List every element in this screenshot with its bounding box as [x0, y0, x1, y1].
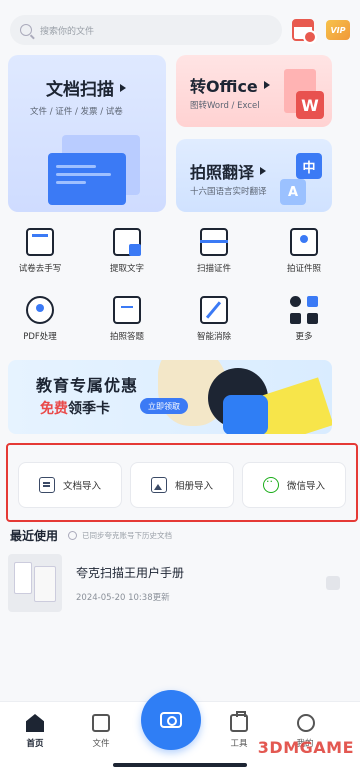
- search-placeholder: 搜索你的文件: [40, 26, 95, 37]
- import-label: 微信导入: [286, 481, 325, 492]
- word-icon: W: [284, 69, 324, 119]
- nav-files[interactable]: 文件: [76, 714, 126, 749]
- magic-erase-icon: [200, 296, 228, 324]
- tool-id-photo[interactable]: 拍证件照: [264, 228, 344, 274]
- camera-button[interactable]: [141, 690, 201, 750]
- promo-banner[interactable]: 教育专属优惠 免费领季卡 立即领取: [8, 360, 332, 434]
- claim-button[interactable]: 立即领取: [140, 398, 188, 414]
- nav-home[interactable]: 首页: [10, 714, 60, 749]
- tool-label: 提取文字: [109, 264, 144, 274]
- import-section: 文档导入 相册导入 微信导入: [6, 443, 358, 522]
- home-indicator: [113, 763, 247, 767]
- tool-label: 扫描证件: [196, 264, 231, 274]
- pdf-icon: [26, 296, 54, 324]
- home-icon: [26, 714, 44, 732]
- search-bar[interactable]: 搜索你的文件: [10, 15, 282, 45]
- tool-pdf[interactable]: PDF处理: [0, 296, 80, 342]
- tool-label: 拍证件照: [286, 264, 321, 274]
- sync-icon: [68, 531, 77, 540]
- vip-icon[interactable]: VIP: [326, 20, 350, 40]
- arrow-right-icon: [263, 81, 270, 89]
- document-date: 2024-05-20 10:38更新: [76, 592, 170, 603]
- word-badge: W: [296, 91, 324, 119]
- calendar-icon[interactable]: [292, 19, 317, 44]
- scan-illustration: [48, 135, 143, 205]
- document-import-button[interactable]: 文档导入: [18, 462, 122, 508]
- tool-exam[interactable]: 试卷去手写: [0, 228, 80, 274]
- tool-label: 拍照答题: [109, 332, 144, 342]
- scan-card-title: 文档扫描: [46, 75, 126, 100]
- tool-label: 更多: [295, 332, 313, 342]
- document-meta: 夸克扫描王用户手册 2024-05-20 10:38更新: [76, 564, 326, 603]
- tool-more[interactable]: 更多: [264, 296, 344, 342]
- tool-answer[interactable]: 拍照答题: [87, 296, 167, 342]
- recent-title: 最近使用: [10, 529, 59, 543]
- nav-home-label: 首页: [26, 739, 44, 749]
- answer-icon: [113, 296, 141, 324]
- import-label: 相册导入: [174, 481, 213, 492]
- album-import-button[interactable]: 相册导入: [130, 462, 234, 508]
- top-bar: 搜索你的文件 VIP: [10, 14, 350, 46]
- list-item[interactable]: 夸克扫描王用户手册 2024-05-20 10:38更新: [8, 553, 348, 613]
- wechat-icon: [262, 475, 279, 493]
- watermark-logo: 3DMGAME: [257, 738, 354, 757]
- office-title-text: 转Office: [190, 77, 258, 96]
- scan-title-text: 文档扫描: [46, 80, 114, 100]
- import-label: 文档导入: [62, 481, 101, 492]
- banner-subtitle: 免费领季卡: [40, 398, 110, 418]
- arrow-right-icon: [260, 167, 267, 175]
- image-icon: [150, 477, 167, 493]
- recent-sync-note: 已同步夸克账号下历史文档: [82, 531, 172, 540]
- to-office-card[interactable]: 转Office 图转Word / Excel W: [176, 55, 332, 127]
- exam-icon: [26, 228, 54, 256]
- document-icon: [38, 477, 55, 493]
- id-photo-icon: [290, 228, 318, 256]
- photo-translate-card[interactable]: 拍照翻译 十六国语言实时翻译 中 A: [176, 139, 332, 212]
- tool-text-extract[interactable]: 提取文字: [87, 228, 167, 274]
- folder-icon: [92, 714, 110, 732]
- office-card-title: 转Office: [190, 73, 270, 97]
- search-icon: [20, 24, 32, 36]
- more-grid-icon: [290, 296, 318, 324]
- translate-icon: 中 A: [280, 153, 322, 205]
- tool-magic-erase[interactable]: 智能消除: [174, 296, 254, 342]
- translate-card-subtitle: 十六国语言实时翻译: [190, 187, 267, 197]
- banner-free-text: 免费: [40, 401, 68, 417]
- nav-files-label: 文件: [92, 739, 110, 749]
- wechat-import-button[interactable]: 微信导入: [242, 462, 346, 508]
- tool-label: 试卷去手写: [18, 264, 62, 274]
- scan-card-subtitle: 文件 / 证件 / 发票 / 试卷: [30, 107, 123, 117]
- document-thumbnail: [8, 554, 62, 612]
- tool-label: 智能消除: [196, 332, 231, 342]
- banner-rest-text: 领季卡: [68, 401, 110, 417]
- toolbox-icon: [230, 711, 248, 732]
- office-card-subtitle: 图转Word / Excel: [190, 101, 260, 111]
- tool-label: PDF处理: [23, 332, 57, 342]
- translate-badge-zh: 中: [296, 153, 322, 179]
- select-checkbox[interactable]: [326, 576, 340, 590]
- profile-icon: [297, 714, 315, 732]
- tool-id-scan[interactable]: 扫描证件: [174, 228, 254, 274]
- banner-title: 教育专属优惠: [36, 376, 139, 395]
- id-scan-icon: [200, 228, 228, 256]
- text-extract-icon: [113, 228, 141, 256]
- translate-card-title: 拍照翻译: [190, 159, 267, 183]
- translate-title-text: 拍照翻译: [190, 163, 255, 182]
- translate-badge-en: A: [280, 179, 306, 205]
- arrow-right-icon: [120, 83, 126, 92]
- nav-tools[interactable]: 工具: [214, 711, 264, 749]
- camera-icon: [160, 712, 182, 728]
- nav-tools-label: 工具: [230, 739, 248, 749]
- document-name: 夸克扫描王用户手册: [76, 565, 185, 580]
- document-scan-card[interactable]: 文档扫描 文件 / 证件 / 发票 / 试卷: [8, 55, 166, 212]
